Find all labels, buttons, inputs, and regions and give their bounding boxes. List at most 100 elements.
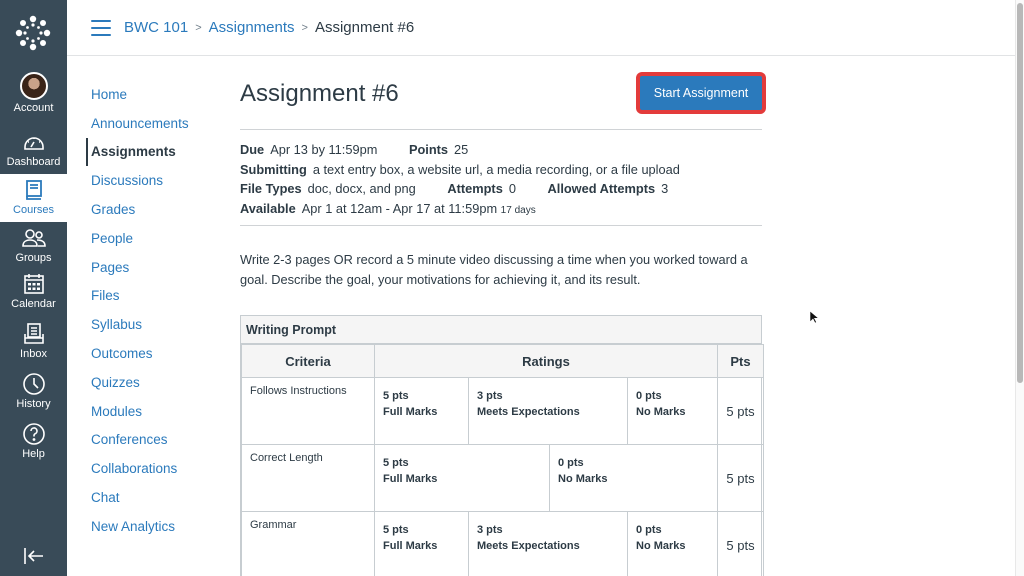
rating-points: 0 pts [636,524,662,536]
details-line: Available Apr 1 at 12am - Apr 17 at 11:59… [240,199,762,219]
rating: 5 pts Full Marks [375,445,549,511]
rating-points: 3 pts [477,524,503,536]
ratings-cell: 5 pts Full Marks 3 pts Meets Expectations … [374,377,718,445]
breadcrumb-separator: > [301,21,308,34]
rubric-title: Writing Prompt [241,316,761,344]
rating: 0 pts No Marks [627,512,717,576]
rubric-header-row: Criteria Ratings Pts [241,344,764,378]
table-row: Grammar 5 pts Full Marks 3 pts Meets Expec… [241,511,764,576]
course-nav-pages[interactable]: Pages [86,253,226,282]
allowed-attempts-label: Allowed Attempts [547,181,656,196]
course-nav-grades[interactable]: Grades [86,195,226,224]
course-nav-assignments[interactable]: Assignments [86,137,226,167]
rating-label: Meets Expectations [477,406,580,418]
dashboard-icon [23,137,44,150]
rating-label: Full Marks [383,406,438,418]
ratings-cell: 5 pts Full Marks 3 pts Meets Expectations … [374,511,718,576]
details-line: File Types doc, docx, and png Attempts 0 A… [240,179,762,199]
collapse-nav-icon[interactable] [22,544,46,568]
global-nav-label: History [16,398,51,410]
canvas-logo-icon[interactable] [14,14,52,52]
global-nav-courses[interactable]: Courses [0,174,67,222]
calendar-icon [23,274,44,294]
hamburger-menu-icon[interactable] [91,20,111,36]
rating-points: 0 pts [558,457,584,469]
course-nav-conferences[interactable]: Conferences [86,426,226,455]
course-nav-announcements[interactable]: Announcements [86,109,226,138]
rating-label: No Marks [636,540,686,552]
course-nav-new-analytics[interactable]: New Analytics [86,512,226,541]
course-nav-home[interactable]: Home [86,80,226,109]
global-nav-label: Account [13,102,54,114]
global-nav-dashboard[interactable]: Dashboard [0,130,67,180]
points-value: 25 [454,142,469,157]
inbox-icon [23,323,44,344]
rating-points: 0 pts [636,390,662,402]
course-nav-modules[interactable]: Modules [86,397,226,426]
rating-label: No Marks [636,406,686,418]
rating: 5 pts Full Marks [375,512,468,576]
available-label: Available [240,200,296,216]
start-assignment-button[interactable]: Start Assignment [637,73,765,113]
groups-icon [21,229,46,247]
global-nav-help[interactable]: Help [0,422,67,472]
pts-header: Pts [717,344,764,378]
mouse-cursor-icon [809,310,819,324]
course-nav-files[interactable]: Files [86,282,226,311]
course-nav-people[interactable]: People [86,224,226,253]
global-nav-label: Dashboard [6,156,61,168]
rating-points: 5 pts [383,457,409,469]
due-label: Due [240,142,265,157]
global-nav-calendar[interactable]: Calendar [0,272,67,322]
file-types-label: File Types [240,181,302,196]
global-nav-label: Calendar [11,298,56,310]
assignment-details: Due Apr 13 by 11:59pm Points 25 Submitting… [240,130,762,226]
course-nav: Home Announcements Assignments Discussio… [86,80,226,541]
course-nav-collaborations[interactable]: Collaborations [86,454,226,483]
criterion: Correct Length [241,444,375,512]
scrollbar-thumb[interactable] [1017,3,1023,383]
breadcrumb-current: Assignment #6 [314,19,415,36]
rating-label: No Marks [558,473,608,485]
rubric: Writing Prompt Criteria Ratings Pts Foll… [240,315,764,576]
global-nav-label: Help [22,448,45,460]
rating-label: Full Marks [383,473,438,485]
criterion-points: 5 pts [717,511,764,576]
rating: 3 pts Meets Expectations [468,378,627,444]
book-icon [25,180,42,200]
breadcrumb-separator: > [195,21,202,34]
attempts-value: 0 [508,181,516,196]
global-nav-inbox[interactable]: Inbox [0,322,67,372]
submitting-label: Submitting [240,161,307,177]
page-scrollbar[interactable] [1015,0,1024,576]
rubric-table: Criteria Ratings Pts Follows Instruction… [241,344,764,576]
course-nav-outcomes[interactable]: Outcomes [86,339,226,368]
ratings-cell: 5 pts Full Marks 0 pts No Marks [374,444,718,512]
rating-points: 5 pts [383,524,409,536]
criterion: Follows Instructions [241,377,375,445]
rating: 0 pts No Marks [627,378,717,444]
course-nav-chat[interactable]: Chat [86,483,226,512]
title-row: Assignment #6 Start Assignment [240,70,765,130]
rating-label: Full Marks [383,540,438,552]
global-nav-label: Courses [13,204,54,216]
breadcrumb-assignments[interactable]: Assignments [209,19,295,36]
criterion-points: 5 pts [717,377,764,445]
course-nav-syllabus[interactable]: Syllabus [86,310,226,339]
course-nav-quizzes[interactable]: Quizzes [86,368,226,397]
page-title: Assignment #6 [240,80,399,107]
submitting-value: a text entry box, a website url, a media… [312,161,680,177]
global-nav-groups[interactable]: Groups [0,226,67,276]
breadcrumb-course[interactable]: BWC 101 [124,19,188,36]
rating: 5 pts Full Marks [375,378,468,444]
course-nav-discussions[interactable]: Discussions [86,166,226,195]
criterion-points: 5 pts [717,444,764,512]
global-nav-label: Groups [15,252,52,264]
rating-points: 5 pts [383,390,409,402]
global-nav-account[interactable]: Account [0,72,67,122]
rating: 0 pts No Marks [549,445,717,511]
table-row: Correct Length 5 pts Full Marks 0 pts No M… [241,444,764,512]
criterion: Grammar [241,511,375,576]
global-nav-label: Inbox [20,348,47,360]
global-nav-history[interactable]: History [0,372,67,422]
